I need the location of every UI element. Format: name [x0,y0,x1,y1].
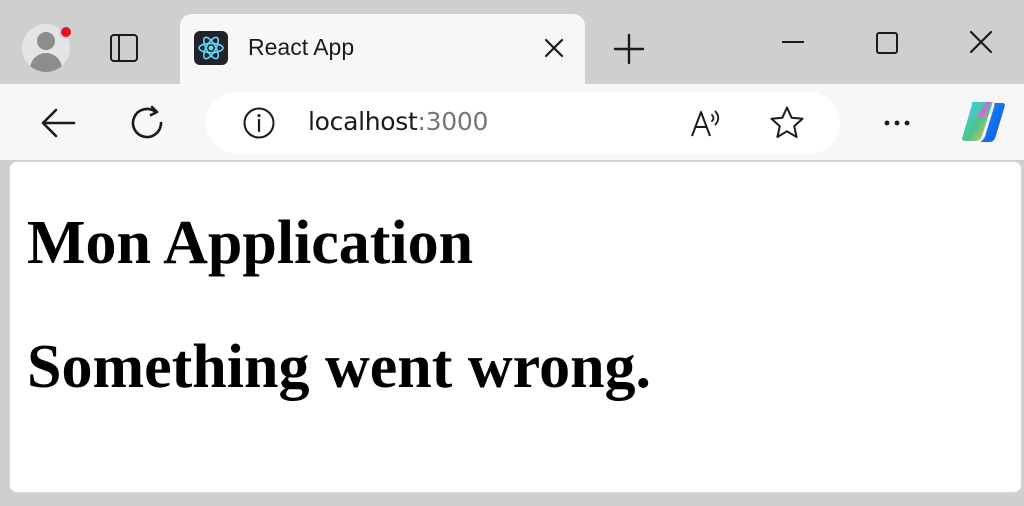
url-host: localhost [308,107,418,136]
new-tab-plus-icon[interactable] [610,30,648,68]
maximize-icon[interactable] [864,26,910,62]
tab-react-app[interactable]: React App [180,14,585,88]
title-bar: React App [0,0,1024,88]
profile-button[interactable] [22,24,73,72]
error-message: Something went wrong. [27,333,652,401]
address-bar[interactable]: localhost:3000 [206,92,840,154]
copilot-icon[interactable] [956,96,1010,148]
page-viewport: Mon Application Something went wrong. [9,161,1022,493]
page-heading: Mon Application [27,209,474,277]
tab-actions-icon[interactable] [106,30,142,66]
read-aloud-icon[interactable] [688,106,724,142]
tab-title: React App [248,34,355,60]
tab-close-icon[interactable] [538,32,570,64]
window-close-icon[interactable] [958,26,1004,62]
address-url: localhost:3000 [308,107,488,136]
star-icon[interactable] [768,104,806,142]
back-arrow-icon[interactable] [38,104,78,142]
browser-toolbar: localhost:3000 [0,84,1024,160]
more-icon[interactable] [876,106,918,140]
reload-icon[interactable] [128,104,168,142]
react-logo-icon [194,31,228,65]
minimize-icon[interactable] [770,26,816,62]
notification-dot [59,25,73,39]
url-port: :3000 [417,107,489,136]
info-icon[interactable] [242,106,276,140]
